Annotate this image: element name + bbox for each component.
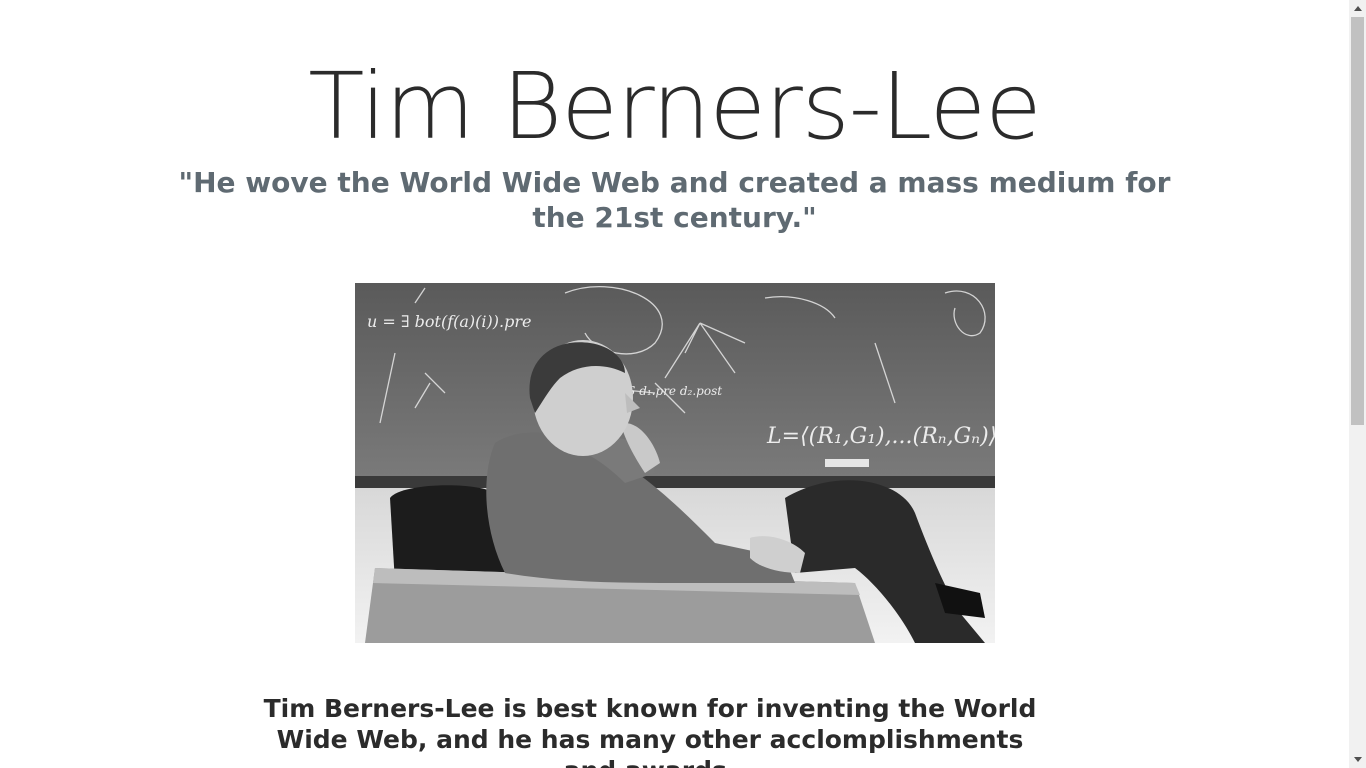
page-quote: "He wove the World Wide Web and created …	[178, 166, 1171, 234]
triangle-up-icon	[1353, 6, 1362, 11]
scrollbar-thumb[interactable]	[1351, 17, 1364, 425]
svg-text:u = ∃ bot(f(a)(i)).pre: u = ∃ bot(f(a)(i)).pre	[367, 312, 531, 331]
svg-text:L=⟨(R₁,G₁),...(Rₙ,Gₙ)⟩: L=⟨(R₁,G₁),...(Rₙ,Gₙ)⟩	[766, 424, 995, 449]
hero-image: u = ∃ bot(f(a)(i)).pre sel:aveS d₁.pre d…	[355, 283, 995, 643]
browser-viewport: Tim Berners-Lee "He wove the World Wide …	[0, 0, 1366, 768]
page-content: Tim Berners-Lee "He wove the World Wide …	[0, 0, 1349, 768]
eraser	[825, 459, 869, 467]
photo-illustration: u = ∃ bot(f(a)(i)).pre sel:aveS d₁.pre d…	[355, 283, 995, 643]
triangle-down-icon	[1353, 757, 1362, 762]
scroll-up-button[interactable]	[1349, 0, 1366, 17]
scroll-down-button[interactable]	[1349, 751, 1366, 768]
page-title: Tim Berners-Lee	[308, 53, 1042, 160]
lead-paragraph: Tim Berners-Lee is best known for invent…	[263, 694, 1037, 768]
vertical-scrollbar[interactable]	[1349, 0, 1366, 768]
